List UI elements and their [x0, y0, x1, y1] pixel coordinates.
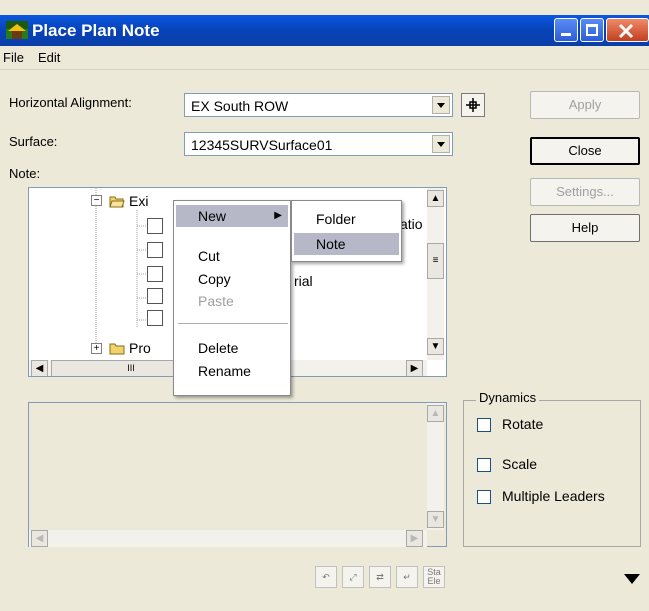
help-button[interactable]: Help: [530, 214, 640, 242]
scroll-up-icon[interactable]: ▲: [427, 405, 444, 422]
submenu-item-folder[interactable]: Folder: [294, 208, 399, 230]
expand-down-icon[interactable]: [623, 573, 641, 585]
tree-item-existing[interactable]: Exi: [129, 193, 148, 209]
menu-item-new[interactable]: New ▶: [176, 205, 288, 227]
text-horizontal-scrollbar[interactable]: ◀ ▶: [29, 530, 427, 547]
tree-item-proposed[interactable]: Pro: [129, 340, 151, 356]
horizontal-alignment-value: EX South ROW: [191, 98, 289, 114]
scale-checkbox[interactable]: [477, 458, 491, 472]
tree-item-partial-text[interactable]: atio: [400, 216, 423, 232]
locate-alignment-button[interactable]: [461, 93, 485, 117]
note-file-icon: [147, 288, 163, 304]
undo-icon[interactable]: ↶: [315, 566, 337, 588]
note-file-icon: [147, 242, 163, 258]
rotate-checkbox[interactable]: [477, 418, 491, 432]
submenu-item-note[interactable]: Note: [294, 233, 399, 255]
tree-item-partial-text[interactable]: rial: [294, 273, 313, 289]
menu-edit[interactable]: Edit: [38, 50, 60, 65]
chevron-down-icon[interactable]: [432, 96, 450, 114]
menu-separator: [178, 323, 288, 324]
note-text-area[interactable]: ▲ ▼ ◀ ▶: [28, 402, 447, 547]
menu-item-copy[interactable]: Copy: [176, 268, 288, 290]
menu-item-paste[interactable]: Paste: [176, 290, 288, 312]
settings-button[interactable]: Settings...: [530, 178, 640, 206]
collapse-icon[interactable]: −: [91, 195, 102, 206]
scroll-up-icon[interactable]: ▲: [427, 190, 444, 207]
title-bar[interactable]: Place Plan Note: [0, 15, 649, 46]
multiple-leaders-label: Multiple Leaders: [502, 488, 605, 504]
expand-icon[interactable]: +: [91, 343, 102, 354]
note-file-icon: [147, 310, 163, 326]
swap-icon[interactable]: ⇄: [369, 566, 391, 588]
station-elevation-icon[interactable]: Sta Ele: [423, 566, 445, 588]
text-vertical-scrollbar[interactable]: ▲ ▼: [427, 403, 444, 530]
surface-select[interactable]: 12345SURVSurface01: [184, 132, 453, 156]
tree-vertical-scrollbar[interactable]: ▲ ≡ ▼: [427, 188, 444, 360]
new-submenu: Folder Note: [291, 200, 402, 262]
scroll-right-icon[interactable]: ▶: [406, 530, 423, 547]
app-icon: [6, 21, 28, 39]
surface-label: Surface:: [9, 134, 58, 149]
scroll-right-icon[interactable]: ▶: [406, 360, 423, 376]
menu-item-cut[interactable]: Cut: [176, 245, 288, 267]
scroll-left-icon[interactable]: ◀: [31, 360, 48, 376]
note-file-icon: [147, 218, 163, 234]
menu-item-rename[interactable]: Rename: [176, 360, 288, 382]
window-title: Place Plan Note: [32, 21, 160, 40]
folder-icon: [109, 343, 125, 355]
apply-button[interactable]: Apply: [530, 91, 640, 119]
menu-bar: File Edit: [0, 46, 649, 70]
horizontal-alignment-label: Horizontal Alignment:: [9, 95, 132, 110]
scroll-thumb[interactable]: ≡: [427, 243, 444, 279]
submenu-arrow-icon: ▶: [274, 210, 282, 221]
scroll-down-icon[interactable]: ▼: [427, 338, 444, 355]
elevation-label: Ele: [427, 576, 441, 586]
minimize-icon: [561, 33, 571, 36]
scroll-down-icon[interactable]: ▼: [427, 511, 444, 528]
minimize-button[interactable]: [554, 18, 578, 42]
zoom-icon[interactable]: ⤢: [342, 566, 364, 588]
close-icon: [618, 23, 634, 39]
maximize-button[interactable]: [580, 18, 604, 42]
surface-value: 12345SURVSurface01: [191, 137, 333, 153]
chevron-down-icon[interactable]: [432, 135, 450, 153]
dynamics-title: Dynamics: [476, 390, 540, 405]
horizontal-alignment-select[interactable]: EX South ROW: [184, 93, 453, 117]
note-label: Note:: [9, 166, 41, 181]
open-folder-icon: [109, 196, 125, 208]
scale-label: Scale: [502, 456, 538, 472]
maximize-icon: [586, 24, 598, 36]
menu-item-new-label: New: [198, 208, 227, 224]
close-button[interactable]: Close: [530, 137, 640, 165]
menu-file[interactable]: File: [3, 50, 24, 65]
menu-item-delete[interactable]: Delete: [176, 337, 288, 359]
multiple-leaders-checkbox[interactable]: [477, 490, 491, 504]
note-file-icon: [147, 266, 163, 282]
return-icon[interactable]: ↵: [396, 566, 418, 588]
close-window-button[interactable]: [606, 18, 649, 42]
crosshair-icon: [466, 98, 480, 112]
rotate-label: Rotate: [502, 416, 544, 432]
context-menu: New ▶ Cut Copy Paste Delete Rename: [173, 200, 291, 396]
scroll-left-icon[interactable]: ◀: [31, 530, 48, 547]
place-plan-note-window: Place Plan Note File Edit Horizontal Ali…: [0, 0, 649, 611]
